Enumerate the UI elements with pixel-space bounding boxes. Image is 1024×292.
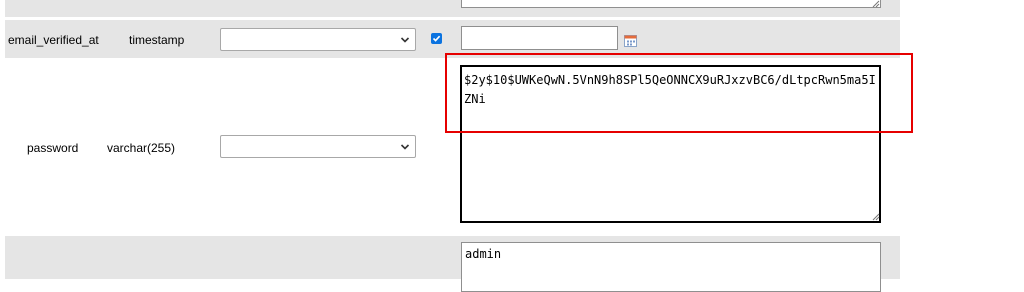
calendar-icon[interactable]	[624, 34, 637, 47]
table-row: admin	[5, 236, 900, 292]
highlight-box	[445, 53, 913, 133]
field-type: varchar(255)	[107, 141, 176, 155]
value-textarea-next[interactable]: admin	[461, 242, 881, 292]
function-select[interactable]	[220, 135, 416, 158]
table-row	[5, 0, 900, 17]
null-checkbox[interactable]	[431, 33, 442, 44]
chevron-down-icon	[400, 144, 410, 150]
field-name: email_verified_at	[8, 33, 99, 47]
function-select[interactable]	[220, 28, 416, 51]
value-textarea-prev[interactable]	[461, 0, 881, 8]
field-name: password	[27, 141, 79, 155]
field-type: timestamp	[129, 33, 185, 47]
checkmark-icon	[432, 35, 441, 42]
chevron-down-icon	[400, 37, 410, 43]
value-input-datetime[interactable]	[461, 26, 618, 50]
resize-grip-icon[interactable]	[871, 212, 880, 221]
resize-grip-icon[interactable]	[871, 0, 880, 8]
